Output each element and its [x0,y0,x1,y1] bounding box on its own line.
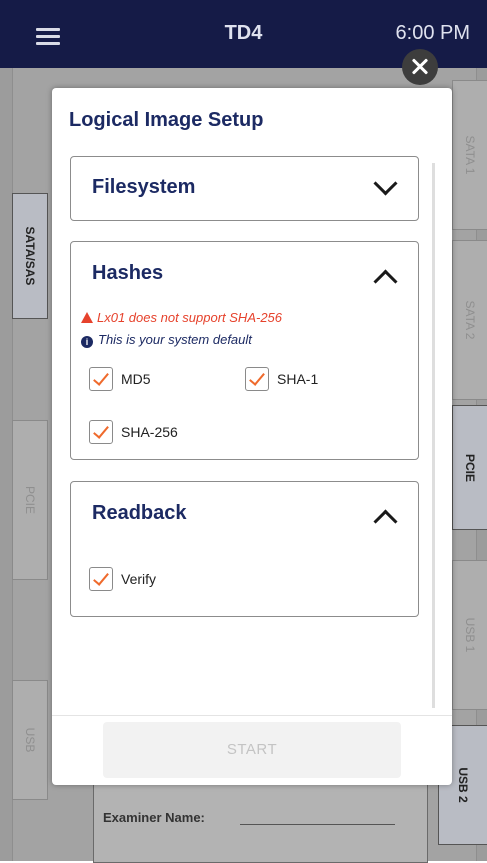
dialog-title: Logical Image Setup [69,109,264,131]
scrollbar[interactable] [432,163,435,708]
sha256-warning: Lx01 does not support SHA-256 [81,310,282,325]
tab-usb-left: USB [12,680,48,800]
checkmark-icon[interactable] [89,367,113,391]
footer-divider [52,715,452,716]
examiner-name-label: Examiner Name: [103,810,205,825]
tab-pcie-right: PCIE [452,405,487,530]
filesystem-section-title: Filesystem [92,176,196,198]
filesystem-section[interactable]: Filesystem [70,156,419,221]
examiner-name-field [240,824,395,825]
readback-section: Readback Verify [70,481,419,617]
hashes-section: Hashes Lx01 does not support SHA-256 i Th… [70,241,419,460]
hashes-section-title: Hashes [92,262,164,284]
system-default-info: i This is your system default [81,332,252,348]
info-icon: i [81,336,93,348]
close-icon[interactable] [402,49,438,85]
chevron-up-icon[interactable] [373,269,398,294]
checkmark-icon[interactable] [89,420,113,444]
readback-section-title: Readback [92,502,187,524]
warning-icon [81,312,93,323]
logical-image-setup-dialog: Logical Image Setup Filesystem Hashes Lx… [52,88,452,785]
clock: 6:00 PM [395,22,470,44]
tab-sata-1: SATA 1 [452,80,487,230]
tab-usb-1: USB 1 [452,560,487,710]
checkmark-icon[interactable] [89,567,113,591]
chevron-down-icon[interactable] [373,171,398,196]
chevron-up-icon[interactable] [373,509,398,534]
tab-sata-2: SATA 2 [452,240,487,400]
tab-sata-sas: SATA/SAS [12,193,48,319]
start-button[interactable]: START [103,722,401,778]
checkmark-icon[interactable] [245,367,269,391]
tab-pcie-left: PCIE [12,420,48,580]
